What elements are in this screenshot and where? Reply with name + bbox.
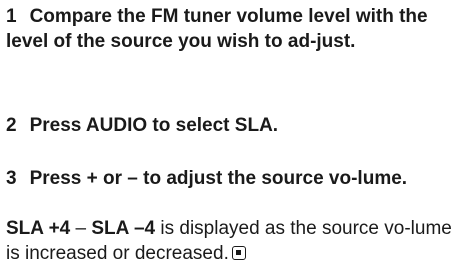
- separator: –: [70, 218, 92, 239]
- step-2: 2 Press AUDIO to select SLA.: [6, 113, 278, 138]
- step-number: 2: [6, 115, 17, 136]
- sla-max-label: SLA +4: [6, 218, 71, 239]
- step-number: 3: [6, 168, 17, 189]
- step-text: Press + or – to adjust the source vo-lum…: [29, 168, 408, 189]
- step-3: 3 Press + or – to adjust the source vo-lu…: [6, 166, 451, 191]
- step-3-note: SLA +4 – SLA –4 is displayed as the sour…: [6, 216, 456, 266]
- step-text: Compare the FM tuner volume level with t…: [6, 6, 428, 52]
- step-text: Press AUDIO to select SLA.: [29, 115, 279, 136]
- end-of-section-icon: [231, 246, 246, 260]
- step-1: 1 Compare the FM tuner volume level with …: [6, 4, 451, 54]
- step-number: 1: [6, 6, 17, 27]
- sla-min-label: SLA –4: [91, 218, 156, 239]
